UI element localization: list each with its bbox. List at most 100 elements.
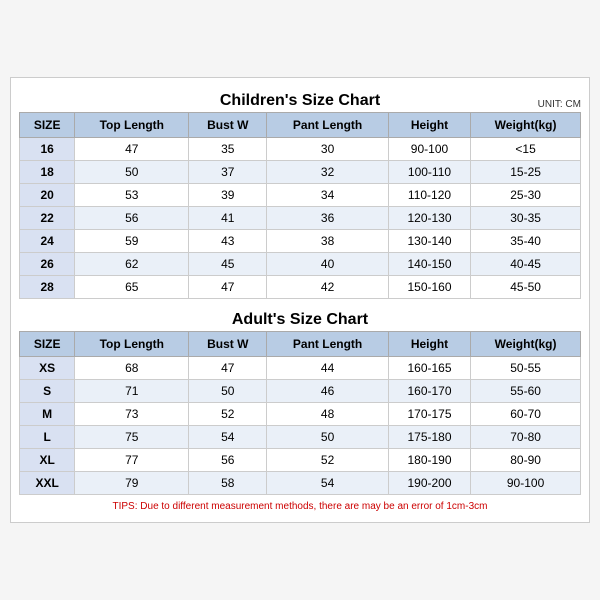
data-cell: 190-200 (388, 472, 470, 495)
size-cell: XL (20, 449, 75, 472)
data-cell: 53 (75, 184, 189, 207)
data-cell: 36 (267, 207, 389, 230)
data-cell: 41 (189, 207, 267, 230)
size-cell: XXL (20, 472, 75, 495)
size-cell: 18 (20, 161, 75, 184)
data-cell: 30-35 (471, 207, 581, 230)
data-cell: 43 (189, 230, 267, 253)
size-cell: 20 (20, 184, 75, 207)
size-cell: L (20, 426, 75, 449)
size-cell: 16 (20, 138, 75, 161)
table-row: 26624540140-15040-45 (20, 253, 581, 276)
data-cell: 50 (189, 380, 267, 403)
children-col-bust-w: Bust W (189, 113, 267, 138)
adult-table: SIZE Top Length Bust W Pant Length Heigh… (19, 331, 581, 495)
size-cell: 24 (20, 230, 75, 253)
data-cell: 30 (267, 138, 389, 161)
data-cell: 52 (189, 403, 267, 426)
data-cell: 175-180 (388, 426, 470, 449)
data-cell: 140-150 (388, 253, 470, 276)
data-cell: 40-45 (471, 253, 581, 276)
size-cell: 28 (20, 276, 75, 299)
data-cell: 73 (75, 403, 189, 426)
table-row: 28654742150-16045-50 (20, 276, 581, 299)
data-cell: 180-190 (388, 449, 470, 472)
data-cell: 50 (267, 426, 389, 449)
data-cell: 46 (267, 380, 389, 403)
data-cell: 75 (75, 426, 189, 449)
adult-col-bust-w: Bust W (189, 332, 267, 357)
data-cell: 70-80 (471, 426, 581, 449)
children-title-text: Children's Size Chart (220, 92, 380, 109)
data-cell: 150-160 (388, 276, 470, 299)
table-row: S715046160-17055-60 (20, 380, 581, 403)
adult-section-title: Adult's Size Chart (19, 305, 581, 331)
data-cell: 55-60 (471, 380, 581, 403)
data-cell: 79 (75, 472, 189, 495)
data-cell: 39 (189, 184, 267, 207)
data-cell: 42 (267, 276, 389, 299)
data-cell: 45-50 (471, 276, 581, 299)
data-cell: 130-140 (388, 230, 470, 253)
size-cell: 26 (20, 253, 75, 276)
data-cell: 38 (267, 230, 389, 253)
data-cell: 65 (75, 276, 189, 299)
table-row: L755450175-18070-80 (20, 426, 581, 449)
adult-title-text: Adult's Size Chart (232, 311, 368, 328)
adult-header-row: SIZE Top Length Bust W Pant Length Heigh… (20, 332, 581, 357)
adult-section: Adult's Size Chart SIZE Top Length Bust … (19, 305, 581, 495)
children-section-title: Children's Size Chart UNIT: CM (19, 86, 581, 112)
children-col-size: SIZE (20, 113, 75, 138)
data-cell: 90-100 (388, 138, 470, 161)
size-cell: S (20, 380, 75, 403)
tips-text: TIPS: Due to different measurement metho… (19, 495, 581, 514)
data-cell: 110-120 (388, 184, 470, 207)
adult-col-size: SIZE (20, 332, 75, 357)
data-cell: 71 (75, 380, 189, 403)
data-cell: 58 (189, 472, 267, 495)
data-cell: 59 (75, 230, 189, 253)
data-cell: 15-25 (471, 161, 581, 184)
data-cell: 54 (267, 472, 389, 495)
data-cell: 47 (189, 276, 267, 299)
data-cell: 47 (189, 357, 267, 380)
data-cell: 52 (267, 449, 389, 472)
data-cell: 62 (75, 253, 189, 276)
size-cell: 22 (20, 207, 75, 230)
table-row: 20533934110-12025-30 (20, 184, 581, 207)
adult-col-top-length: Top Length (75, 332, 189, 357)
children-col-pant-length: Pant Length (267, 113, 389, 138)
data-cell: 160-165 (388, 357, 470, 380)
table-row: 24594338130-14035-40 (20, 230, 581, 253)
data-cell: 120-130 (388, 207, 470, 230)
data-cell: 56 (75, 207, 189, 230)
data-cell: 37 (189, 161, 267, 184)
data-cell: 50-55 (471, 357, 581, 380)
data-cell: 80-90 (471, 449, 581, 472)
size-cell: XS (20, 357, 75, 380)
data-cell: 54 (189, 426, 267, 449)
data-cell: 50 (75, 161, 189, 184)
data-cell: 32 (267, 161, 389, 184)
data-cell: 45 (189, 253, 267, 276)
children-col-height: Height (388, 113, 470, 138)
children-table: SIZE Top Length Bust W Pant Length Heigh… (19, 112, 581, 299)
children-header-row: SIZE Top Length Bust W Pant Length Heigh… (20, 113, 581, 138)
adult-col-height: Height (388, 332, 470, 357)
data-cell: 25-30 (471, 184, 581, 207)
data-cell: 44 (267, 357, 389, 380)
data-cell: 47 (75, 138, 189, 161)
table-row: 1647353090-100<15 (20, 138, 581, 161)
table-row: XL775652180-19080-90 (20, 449, 581, 472)
adult-col-pant-length: Pant Length (267, 332, 389, 357)
table-row: XXL795854190-20090-100 (20, 472, 581, 495)
data-cell: 77 (75, 449, 189, 472)
table-row: 22564136120-13030-35 (20, 207, 581, 230)
adult-col-weight: Weight(kg) (471, 332, 581, 357)
data-cell: 35-40 (471, 230, 581, 253)
data-cell: 56 (189, 449, 267, 472)
data-cell: 68 (75, 357, 189, 380)
data-cell: 170-175 (388, 403, 470, 426)
data-cell: 48 (267, 403, 389, 426)
data-cell: 35 (189, 138, 267, 161)
